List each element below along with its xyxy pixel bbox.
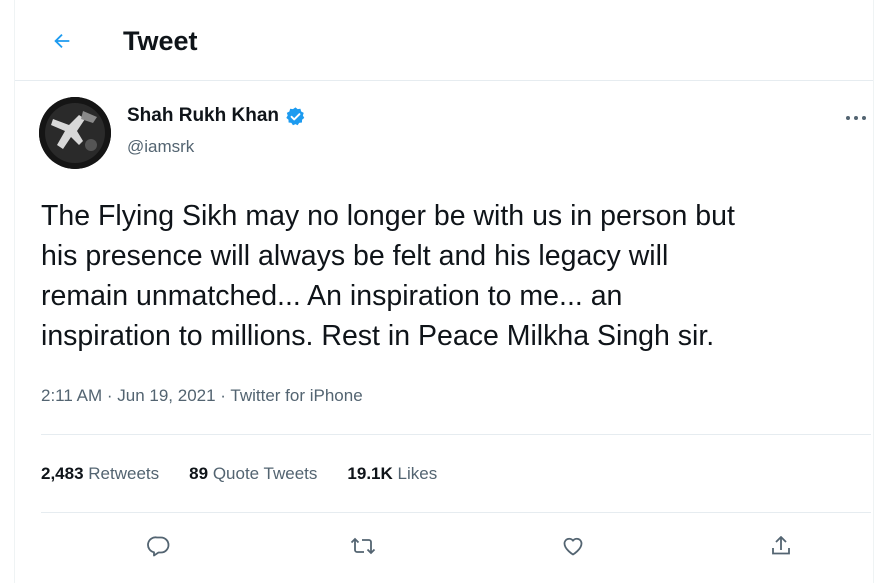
retweet-icon	[350, 537, 376, 555]
avatar[interactable]	[39, 97, 111, 169]
share-button[interactable]	[763, 528, 799, 564]
divider	[41, 512, 871, 513]
retweets-count: 2,483	[41, 464, 84, 483]
tweet-text-line: The Flying Sikh may no longer be with us…	[41, 200, 735, 232]
page-title: Tweet	[123, 26, 198, 56]
tweet-meta: 2:11 AM · Jun 19, 2021 · Twitter for iPh…	[41, 384, 363, 408]
page-header: Tweet	[15, 0, 873, 81]
engagement-stats: 2,483 Retweets 89 Quote Tweets 19.1K Lik…	[41, 462, 467, 486]
quote-tweets-stat[interactable]: 89 Quote Tweets	[189, 462, 317, 486]
quote-tweets-count: 89	[189, 464, 209, 483]
tweet-text-line: his presence will always be felt and his…	[41, 240, 669, 272]
back-button[interactable]	[45, 24, 79, 58]
author-name: Shah Rukh Khan	[127, 105, 280, 126]
verified-badge-icon	[285, 106, 306, 127]
meta-separator: ·	[220, 386, 231, 405]
author-name-row[interactable]: Shah Rukh Khan	[127, 104, 306, 128]
quote-tweets-label: Quote Tweets	[212, 464, 318, 483]
retweets-stat[interactable]: 2,483 Retweets	[41, 462, 159, 486]
likes-count: 19.1K	[347, 464, 393, 483]
share-icon	[772, 536, 790, 555]
tweet-text-line: inspiration to millions. Rest in Peace M…	[41, 320, 715, 352]
tweet-source[interactable]: Twitter for iPhone	[230, 386, 362, 405]
author-handle[interactable]: @iamsrk	[127, 136, 194, 158]
arrow-left-icon	[54, 33, 70, 49]
likes-stat[interactable]: 19.1K Likes	[347, 462, 437, 486]
tweet-date[interactable]: Jun 19, 2021	[117, 386, 215, 405]
retweet-button[interactable]	[345, 528, 381, 564]
reply-icon	[147, 536, 170, 557]
divider	[41, 434, 871, 435]
retweets-label: Retweets	[88, 464, 160, 483]
more-dots-icon	[846, 116, 866, 120]
more-options-button[interactable]	[841, 108, 871, 128]
action-bar	[41, 528, 871, 564]
tweet-page: Tweet Shah Rukh Khan @iamsrk The Flying …	[14, 0, 874, 583]
avatar-photo	[39, 97, 111, 169]
like-button[interactable]	[555, 528, 591, 564]
tweet-time[interactable]: 2:11 AM	[41, 386, 102, 405]
meta-separator: ·	[106, 386, 118, 405]
tweet-text: The Flying Sikh may no longer be with us…	[41, 196, 871, 356]
reply-button[interactable]	[141, 528, 177, 564]
tweet-text-line: remain unmatched... An inspiration to me…	[41, 280, 623, 312]
likes-label: Likes	[397, 464, 438, 483]
like-icon	[563, 537, 583, 556]
